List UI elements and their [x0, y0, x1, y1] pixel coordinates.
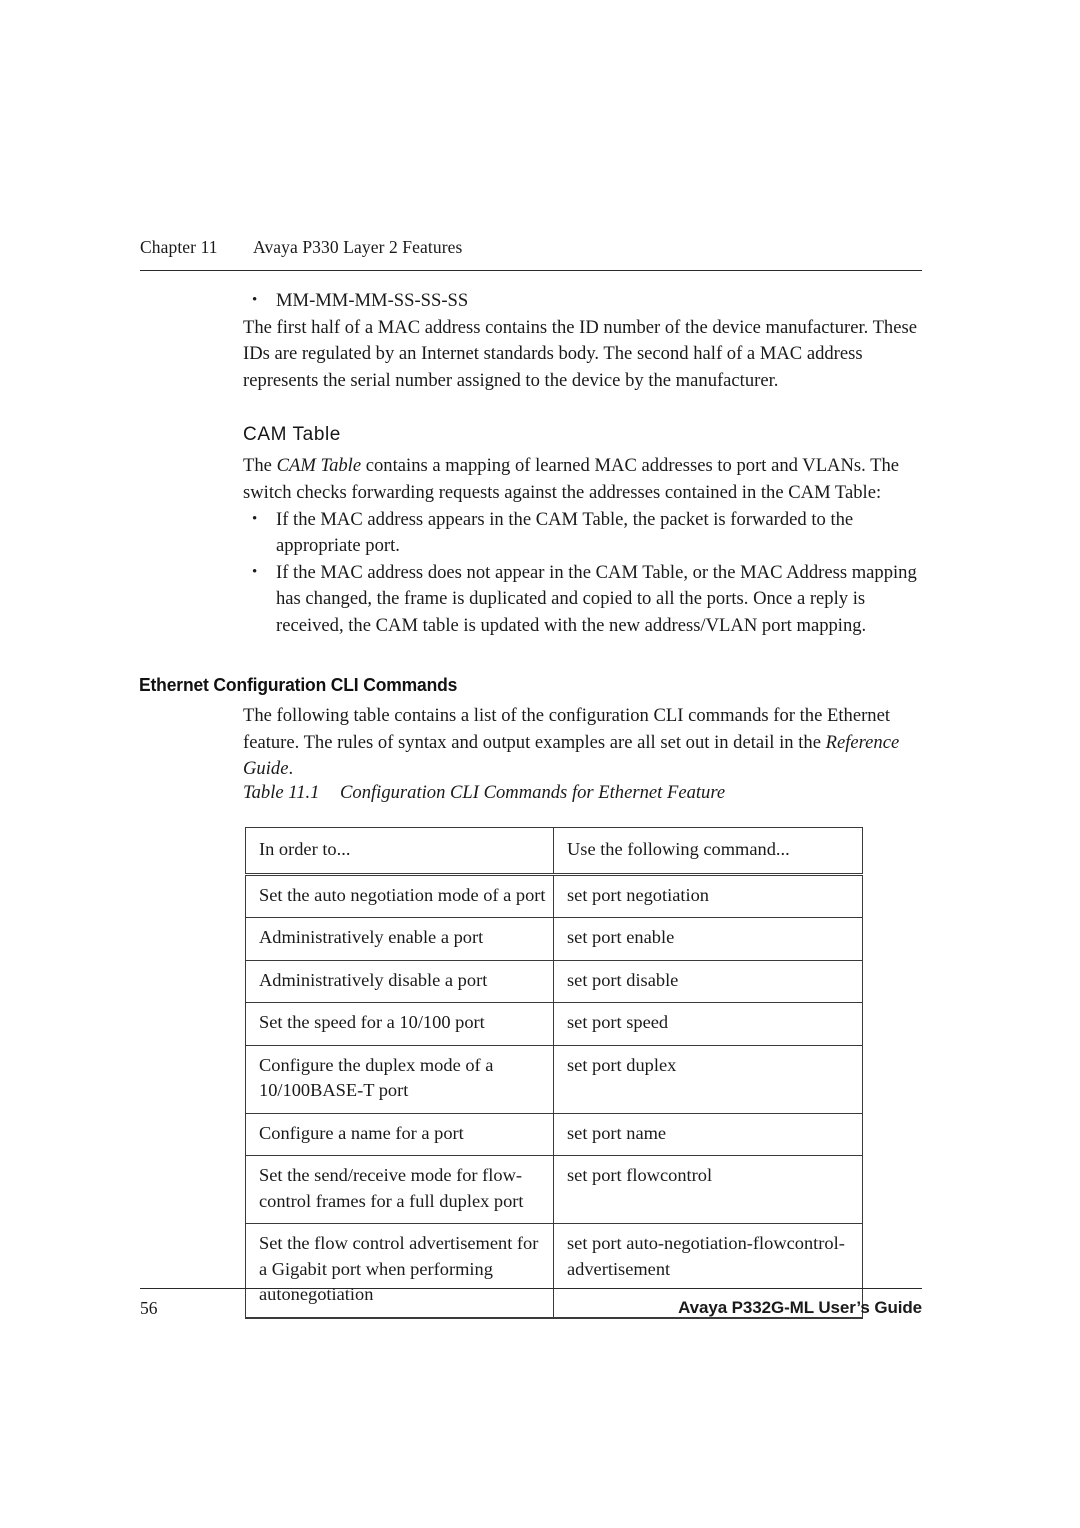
document-page: Chapter 11 Avaya P330 Layer 2 Features • …: [0, 0, 1080, 1528]
table-cell-task: Set the send/receive mode for flow-contr…: [245, 1155, 554, 1224]
intro-paragraph-block: The following table contains a list of t…: [243, 703, 926, 783]
table-cell-task: Configure a name for a port: [245, 1112, 554, 1156]
table-cell-task: Administratively enable a port: [245, 917, 554, 961]
table-row: Administratively enable a port set port …: [245, 917, 863, 961]
table-row: Configure a name for a port set port nam…: [245, 1112, 863, 1156]
footer-divider: [140, 1288, 922, 1289]
table-row: Set the auto negotiation mode of a port …: [245, 873, 863, 918]
table-cell-command: set port enable: [553, 917, 863, 961]
table-row: Set the speed for a 10/100 port set port…: [245, 1002, 863, 1046]
table-header-row: In order to... Use the following command…: [245, 827, 863, 876]
chapter-number: Chapter 11: [140, 237, 218, 257]
bullet-icon: •: [252, 563, 258, 580]
guide-title: Avaya P332G-ML User’s Guide: [678, 1298, 922, 1317]
list-item: • If the MAC address appears in the CAM …: [243, 507, 926, 560]
table-cell-command: set port flowcontrol: [553, 1155, 863, 1224]
intro-pre: The following table contains a list of t…: [243, 705, 890, 753]
table-cell-command: set port disable: [553, 959, 863, 1003]
cam-bullet-text: If the MAC address appears in the CAM Ta…: [276, 508, 854, 557]
table-cell-command: set port name: [553, 1112, 863, 1156]
cam-description-paragraph: The CAM Table contains a mapping of lear…: [243, 453, 926, 506]
table-caption-text: Configuration CLI Commands for Ethernet …: [340, 782, 726, 803]
list-item: • If the MAC address does not appear in …: [243, 560, 926, 640]
bullet-icon: •: [252, 292, 258, 308]
table-cell-task: Configure the duplex mode of a 10/100BAS…: [245, 1044, 554, 1114]
table-row: Administratively disable a port set port…: [245, 959, 863, 1003]
table-cell-command: set port duplex: [553, 1044, 863, 1114]
bullet-icon: •: [252, 510, 258, 527]
table-cell-task: Set the speed for a 10/100 port: [245, 1002, 554, 1046]
page-number: 56: [140, 1298, 158, 1318]
section-heading-ethernet-cli: Ethernet Configuration CLI Commands: [139, 674, 458, 695]
cam-behavior-list: • If the MAC address appears in the CAM …: [243, 507, 926, 640]
mac-format-list: • MM-MM-MM-SS-SS-SS: [243, 288, 926, 315]
column-header-use-command: Use the following command...: [553, 827, 863, 876]
cam-para-emphasis: CAM Table: [276, 455, 362, 477]
list-item: • MM-MM-MM-SS-SS-SS: [243, 288, 926, 315]
chapter-title: Avaya P330 Layer 2 Features: [253, 237, 463, 257]
mac-description-paragraph: The first half of a MAC address contains…: [243, 316, 917, 391]
column-header-in-order-to: In order to...: [245, 827, 554, 876]
table-row: Set the send/receive mode for flow-contr…: [245, 1155, 863, 1224]
header-divider: [140, 270, 922, 271]
cam-para-pre: The: [243, 455, 277, 477]
cam-table-heading: CAM Table: [243, 424, 341, 446]
running-header: Chapter 11 Avaya P330 Layer 2 Features: [140, 237, 922, 258]
table-cell-command: set port negotiation: [553, 873, 863, 918]
table-cell-command: set port speed: [553, 1002, 863, 1046]
mac-format-text: MM-MM-MM-SS-SS-SS: [276, 290, 469, 311]
body-column: • MM-MM-MM-SS-SS-SS The first half of a …: [243, 288, 926, 640]
table-cell-task: Set the auto negotiation mode of a port: [245, 873, 554, 918]
cli-intro-paragraph: The following table contains a list of t…: [243, 703, 926, 783]
cam-bullet-text: If the MAC address does not appear in th…: [276, 561, 917, 636]
table-cell-task: Set the flow control advertisement for a…: [245, 1223, 554, 1319]
table-caption: Table 11.1 Configuration CLI Commands for…: [243, 782, 725, 804]
table-caption-label: Table 11.1: [243, 782, 320, 803]
intro-post: .: [288, 758, 294, 780]
table-cell-task: Administratively disable a port: [245, 959, 554, 1003]
cli-commands-table: In order to... Use the following command…: [245, 827, 863, 1319]
table-row: Configure the duplex mode of a 10/100BAS…: [245, 1044, 863, 1114]
